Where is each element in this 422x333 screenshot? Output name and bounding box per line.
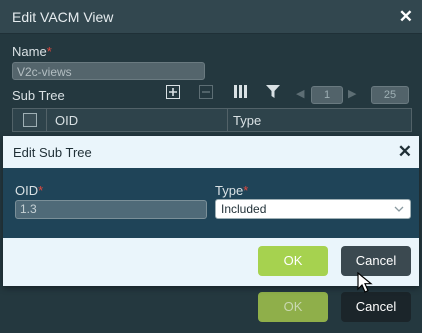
dialog-title: Edit Sub Tree <box>13 145 92 160</box>
select-all-checkbox[interactable] <box>23 113 37 127</box>
outer-ok-button[interactable]: OK <box>258 292 328 322</box>
column-oid[interactable]: OID <box>55 113 78 128</box>
filter-icon[interactable] <box>266 85 280 101</box>
type-select-value: Included <box>221 202 267 216</box>
cancel-button[interactable]: Cancel <box>341 246 411 276</box>
type-label: Type* <box>215 183 249 198</box>
dialog-header: Edit Sub Tree ✕ <box>3 136 419 168</box>
ok-button[interactable]: OK <box>258 246 328 276</box>
close-icon[interactable]: ✕ <box>399 7 413 27</box>
subtree-label: Sub Tree <box>12 88 65 103</box>
chevron-down-icon <box>394 206 404 212</box>
previous-page-icon[interactable]: ◀ <box>296 87 304 100</box>
edit-sub-tree-dialog: Edit Sub Tree ✕ OID* 1.3 Type* Included … <box>3 136 419 286</box>
oid-field[interactable]: 1.3 <box>15 200 207 219</box>
page-size-select[interactable]: 25 <box>371 86 409 104</box>
columns-icon[interactable] <box>234 85 248 101</box>
oid-label: OID* <box>15 183 44 198</box>
type-select[interactable]: Included <box>215 199 411 219</box>
page-number-input[interactable]: 1 <box>311 86 343 104</box>
name-field[interactable]: V2c-views <box>12 62 205 80</box>
close-icon[interactable]: ✕ <box>398 142 412 162</box>
subtree-grid-header: OID Type <box>12 108 412 132</box>
name-label: Name* <box>12 44 52 59</box>
mouse-pointer-icon <box>357 272 373 293</box>
next-page-icon[interactable]: ▶ <box>348 87 356 100</box>
outer-cancel-button[interactable]: Cancel <box>341 292 411 322</box>
dialog-title: Edit VACM View <box>12 9 114 25</box>
remove-icon[interactable] <box>199 85 213 102</box>
add-icon[interactable] <box>166 85 180 102</box>
dialog-header: Edit VACM View ✕ <box>0 0 422 34</box>
column-type[interactable]: Type <box>233 113 261 128</box>
